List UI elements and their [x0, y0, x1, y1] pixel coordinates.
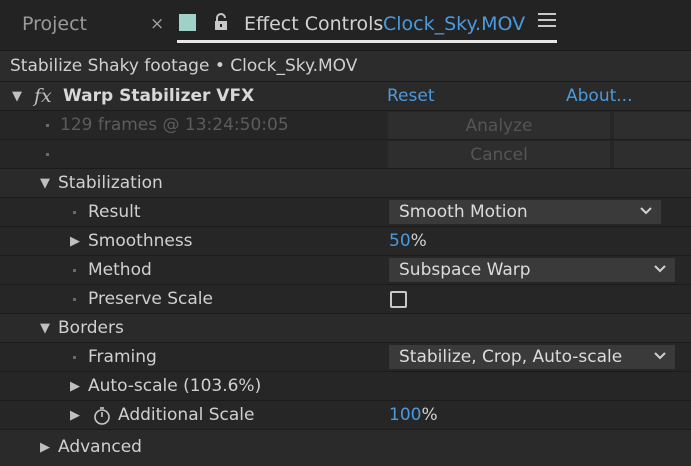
chevron-down-icon [654, 352, 666, 360]
result-label: Result [88, 202, 141, 222]
group-advanced: ▶ Advanced [0, 430, 691, 466]
property-autoscale: ▶ Auto-scale (103.6%) [0, 372, 691, 401]
layer-header: Stabilize Shaky footage • Clock_Sky.MOV [0, 50, 691, 82]
label-color-swatch[interactable] [179, 14, 196, 31]
effect-row-warp-stabilizer: ▼ fx Warp Stabilizer VFX Reset About... [0, 82, 691, 111]
method-dropdown[interactable]: Subspace Warp [389, 258, 675, 282]
panel-menu-icon[interactable] [538, 13, 556, 33]
property-smoothness: ▶ Smoothness 50% [0, 227, 691, 256]
analyze-button[interactable]: Analyze [388, 112, 610, 139]
additional-scale-unit: % [421, 405, 438, 425]
cancel-row: Cancel [0, 140, 691, 169]
active-tab-indicator [177, 40, 557, 43]
property-result: Result Smooth Motion [0, 198, 691, 227]
group-borders: ▼ Borders [0, 314, 691, 343]
group-stabilization-label: Stabilization [58, 173, 163, 193]
autoscale-label: Auto-scale (103.6%) [88, 376, 262, 396]
analysis-status-text: 129 frames @ 13:24:50:05 [60, 115, 289, 135]
panel-tab-bar: Project × Effect Controls Clock_Sky.MOV [0, 0, 691, 50]
group-advanced-label: Advanced [58, 437, 142, 457]
method-label: Method [88, 260, 152, 280]
group-stabilization: ▼ Stabilization [0, 169, 691, 198]
framing-dropdown[interactable]: Stabilize, Crop, Auto-scale [389, 345, 675, 369]
framing-value: Stabilize, Crop, Auto-scale [399, 347, 623, 367]
chevron-down-icon [654, 265, 666, 273]
additional-scale-label: Additional Scale [118, 405, 255, 425]
reset-link[interactable]: Reset [387, 82, 435, 110]
cancel-button[interactable]: Cancel [388, 141, 610, 168]
result-value: Smooth Motion [399, 202, 528, 222]
preserve-scale-checkbox[interactable] [390, 291, 407, 308]
property-additional-scale: ▶ Additional Scale 100% [0, 401, 691, 430]
additional-scale-value-field[interactable]: 100% [389, 401, 438, 429]
result-dropdown[interactable]: Smooth Motion [389, 200, 661, 224]
collapse-triangle-icon[interactable]: ▼ [12, 82, 22, 110]
chevron-down-icon [640, 207, 652, 215]
property-preserve-scale: Preserve Scale [0, 285, 691, 314]
method-value: Subspace Warp [399, 260, 531, 280]
smoothness-value-field[interactable]: 50% [389, 227, 427, 255]
property-framing: Framing Stabilize, Crop, Auto-scale [0, 343, 691, 372]
about-link[interactable]: About... [566, 82, 632, 110]
expand-triangle-icon[interactable]: ▶ [70, 401, 80, 429]
close-icon[interactable]: × [150, 0, 164, 48]
smoothness-value[interactable]: 50 [389, 231, 411, 251]
preserve-scale-label: Preserve Scale [88, 289, 213, 309]
expand-triangle-icon[interactable]: ▶ [70, 227, 80, 255]
lock-icon[interactable] [212, 12, 230, 32]
additional-scale-value[interactable]: 100 [389, 405, 421, 425]
tab-project[interactable]: Project [22, 0, 87, 48]
effect-name: Warp Stabilizer VFX [63, 86, 255, 106]
status-row: 129 frames @ 13:24:50:05 Analyze [0, 111, 691, 140]
smoothness-unit: % [410, 231, 427, 251]
group-borders-label: Borders [58, 318, 124, 338]
property-method: Method Subspace Warp [0, 256, 691, 285]
expand-triangle-icon[interactable]: ▶ [70, 372, 80, 400]
effect-controls-panel: Project × Effect Controls Clock_Sky.MOV … [0, 0, 691, 466]
collapse-triangle-icon[interactable]: ▼ [40, 169, 50, 197]
framing-label: Framing [88, 347, 157, 367]
smoothness-label: Smoothness [88, 231, 193, 251]
fx-toggle-icon[interactable]: fx [34, 82, 52, 110]
stopwatch-icon[interactable] [92, 406, 112, 426]
expand-triangle-icon[interactable]: ▶ [40, 430, 50, 464]
collapse-triangle-icon[interactable]: ▼ [40, 314, 50, 342]
